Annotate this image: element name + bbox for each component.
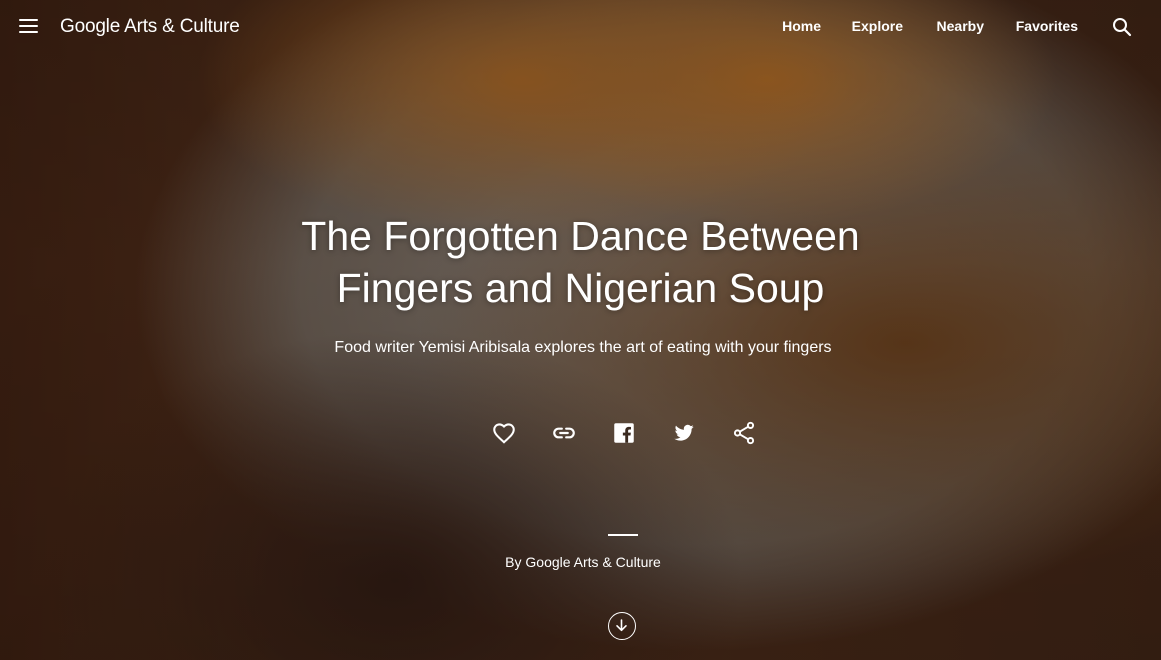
arrow-down-circle-icon[interactable]	[608, 612, 636, 640]
top-navigation-bar: Google Arts & Culture Home Explore Nearb…	[0, 0, 1161, 54]
twitter-icon[interactable]	[671, 420, 697, 446]
facebook-icon[interactable]	[611, 420, 637, 446]
search-icon[interactable]	[1112, 17, 1132, 37]
nav-explore-link[interactable]: Explore	[852, 18, 903, 34]
logo-google-text: Google	[60, 16, 121, 37]
story-subtitle: Food writer Yemisi Aribisala explores th…	[334, 339, 832, 356]
nav-nearby-link[interactable]: Nearby	[937, 18, 984, 34]
hamburger-menu-icon[interactable]	[19, 18, 39, 34]
link-icon[interactable]	[551, 420, 577, 446]
story-byline: By Google Arts & Culture	[505, 554, 661, 570]
nav-favorites-link[interactable]: Favorites	[1016, 18, 1078, 34]
nav-home-link[interactable]: Home	[782, 18, 821, 34]
logo-arts-culture-text: Arts & Culture	[120, 16, 240, 37]
story-title-line-1: The Forgotten Dance Between	[301, 213, 860, 259]
heart-icon[interactable]	[491, 420, 517, 446]
story-title-line-2: Fingers and Nigerian Soup	[336, 265, 825, 311]
share-actions	[0, 420, 1161, 446]
story-title: The Forgotten Dance Between Fingers and …	[0, 210, 1161, 314]
share-icon[interactable]	[731, 420, 757, 446]
title-divider	[608, 534, 638, 536]
site-logo[interactable]: Google Arts & Culture	[60, 16, 240, 38]
